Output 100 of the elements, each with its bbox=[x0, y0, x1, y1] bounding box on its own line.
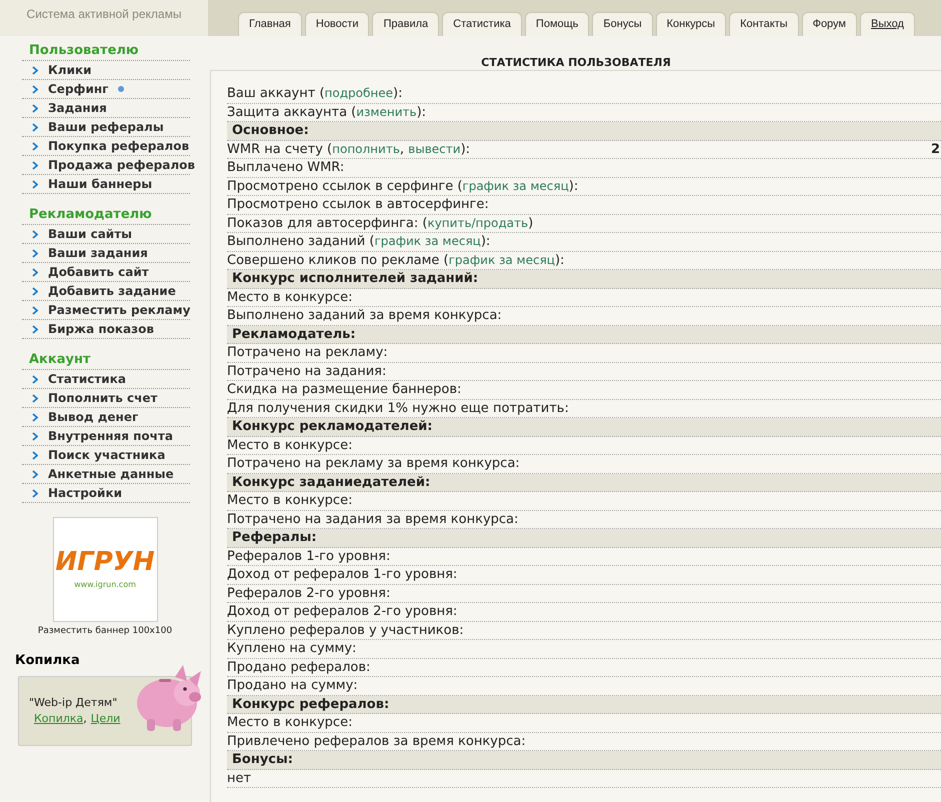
menu-heading: Рекламодателю bbox=[22, 206, 190, 225]
stat-label: Место в конкурсе: bbox=[227, 492, 352, 510]
chevron-icon bbox=[32, 374, 38, 384]
stat-link[interactable]: график за месяц bbox=[448, 252, 555, 266]
chevron-icon bbox=[32, 470, 38, 478]
chevron-icon bbox=[32, 432, 38, 440]
nav-tab[interactable]: Главная bbox=[238, 12, 302, 36]
banner-caption: Разместить баннер 100x100 bbox=[38, 625, 172, 638]
chevron-icon bbox=[32, 268, 38, 276]
menu-item[interactable]: Наши баннеры bbox=[48, 176, 152, 192]
menu-item[interactable]: Статистика bbox=[48, 371, 126, 387]
chevron-icon bbox=[32, 66, 38, 74]
stat-link[interactable]: купить/продать bbox=[427, 216, 528, 230]
menu-item[interactable]: Вывод денег bbox=[48, 409, 138, 425]
stat-label: Выплачено WMR: bbox=[227, 159, 344, 177]
stat-link[interactable]: подробнее bbox=[324, 86, 393, 100]
chevron-icon bbox=[32, 104, 38, 112]
stat-label: Привлечено рефералов за время конкурса: bbox=[227, 732, 526, 750]
section-heading: Основное: bbox=[232, 122, 309, 140]
stat-label: Продано на сумму: bbox=[227, 677, 358, 695]
menu-item[interactable]: Разместить рекламу bbox=[48, 302, 190, 318]
menu-item[interactable]: Пополнить счет bbox=[48, 390, 158, 406]
stat-label: Выполнено заданий (график за месяц): bbox=[227, 233, 490, 251]
stat-label: Показов для автосерфинга: (купить/продать) bbox=[227, 214, 534, 232]
stat-value: 2 bbox=[930, 140, 941, 158]
chevron-icon bbox=[32, 248, 38, 258]
menu-heading: Аккаунт bbox=[22, 351, 190, 370]
stat-label: Совершено кликов по рекламе (график за месяц): bbox=[227, 252, 564, 270]
menu-heading: Пользователю bbox=[22, 42, 190, 61]
chevron-icon bbox=[32, 412, 38, 422]
stat-link[interactable]: график за месяц bbox=[374, 234, 481, 248]
chevron-icon bbox=[32, 450, 38, 460]
stat-label: Ваш аккаунт (подробнее): bbox=[227, 85, 402, 103]
section-heading: Рефералы: bbox=[232, 529, 317, 547]
menu-item[interactable]: Ваши сайты bbox=[48, 226, 132, 242]
menu-item[interactable]: Серфинг bbox=[48, 81, 108, 97]
section-heading: Рекламодатель: bbox=[232, 326, 356, 344]
nav-tab[interactable]: Контакты bbox=[729, 12, 799, 36]
stat-label: Доход от рефералов 2-го уровня: bbox=[227, 603, 458, 621]
stat-label: Рефералов 2-го уровня: bbox=[227, 584, 390, 602]
stat-label: Потрачено на рекламу: bbox=[227, 344, 388, 362]
stat-label: Рефералов 1-го уровня: bbox=[227, 548, 390, 566]
stat-label: Потрачено на рекламу за время конкурса: bbox=[227, 455, 520, 473]
page-title: СТАТИСТИКА ПОЛЬЗОВАТЕЛЯ bbox=[480, 55, 672, 71]
stat-label: Куплено рефералов у участников: bbox=[227, 622, 464, 640]
section-heading: Конкурс заданиедателей: bbox=[232, 474, 430, 492]
chevron-icon bbox=[32, 142, 38, 150]
chevron-icon bbox=[32, 488, 38, 498]
menu-item[interactable]: Клики bbox=[48, 62, 92, 78]
menu-item[interactable]: Внутренняя почта bbox=[48, 428, 173, 444]
section-heading: Бонусы: bbox=[232, 751, 293, 769]
nav-tab[interactable]: Выход bbox=[860, 12, 915, 36]
chevron-icon bbox=[32, 122, 38, 132]
stat-label: Для получения скидки 1% нужно еще потратить: bbox=[227, 400, 569, 418]
chevron-icon bbox=[32, 180, 38, 188]
nav-tab[interactable]: Правила bbox=[372, 12, 440, 36]
stat-link[interactable]: график за месяц bbox=[462, 178, 569, 192]
stat-label: нет bbox=[227, 770, 252, 788]
menu-item[interactable]: Анкетные данные bbox=[48, 466, 174, 482]
chevron-icon bbox=[32, 230, 38, 238]
menu-item[interactable]: Настройки bbox=[48, 485, 122, 501]
nav-tab[interactable]: Бонусы bbox=[592, 12, 653, 36]
nav-tab[interactable]: Конкурсы bbox=[656, 12, 726, 36]
stat-label: Куплено на сумму: bbox=[227, 640, 356, 658]
menu-item[interactable]: Задания bbox=[48, 100, 107, 116]
stat-link[interactable]: пополнить bbox=[332, 142, 400, 156]
stat-link[interactable]: изменить bbox=[356, 104, 417, 118]
menu-item[interactable]: Покупка рефералов bbox=[48, 138, 190, 154]
nav-tab[interactable]: Статистика bbox=[442, 12, 522, 36]
piggy-name: "Web-ip Детям" bbox=[29, 694, 118, 710]
nav-tab[interactable]: Форум bbox=[802, 12, 857, 36]
menu-item[interactable]: Продажа рефералов bbox=[48, 157, 195, 173]
section-heading: Конкурс рекламодателей: bbox=[232, 418, 432, 436]
stat-label: Место в конкурсе: bbox=[227, 714, 352, 732]
nav-tab[interactable]: Помощь bbox=[524, 12, 590, 36]
menu-item[interactable]: Поиск участника bbox=[48, 447, 166, 463]
chevron-icon bbox=[32, 394, 38, 402]
menu-item[interactable]: Добавить задание bbox=[48, 283, 176, 299]
stat-label: Доход от рефералов 1-го уровня: bbox=[227, 566, 458, 584]
chevron-icon bbox=[32, 306, 38, 314]
stat-label: Потрачено на задания: bbox=[227, 362, 386, 380]
stat-label: Место в конкурсе: bbox=[227, 288, 352, 306]
nav-tab[interactable]: Новости bbox=[304, 12, 370, 36]
stat-label: Продано рефералов: bbox=[227, 658, 370, 676]
menu-item[interactable]: Биржа показов bbox=[48, 321, 154, 337]
site-title: Система активной рекламы bbox=[26, 6, 182, 23]
stat-label: Потрачено на задания за время конкурса: bbox=[227, 510, 518, 528]
menu-item[interactable]: Ваши рефералы bbox=[48, 119, 164, 135]
menu-item[interactable]: Добавить сайт bbox=[48, 264, 149, 280]
separator-comma: , bbox=[83, 712, 87, 725]
menu-item[interactable]: Ваши задания bbox=[48, 245, 148, 261]
stat-label: Просмотрено ссылок в автосерфинге: bbox=[227, 196, 489, 214]
stat-label: Просмотрено ссылок в серфинге (график за месяц): bbox=[227, 178, 578, 196]
chevron-icon bbox=[32, 160, 38, 170]
stat-label: Место в конкурсе: bbox=[227, 436, 352, 454]
stat-label: Выполнено заданий за время конкурса: bbox=[227, 307, 502, 325]
chevron-icon bbox=[32, 324, 38, 334]
stat-link[interactable]: вывести bbox=[408, 142, 461, 156]
stat-label: Скидка на размещение баннеров: bbox=[227, 381, 462, 399]
chevron-icon bbox=[32, 84, 38, 94]
